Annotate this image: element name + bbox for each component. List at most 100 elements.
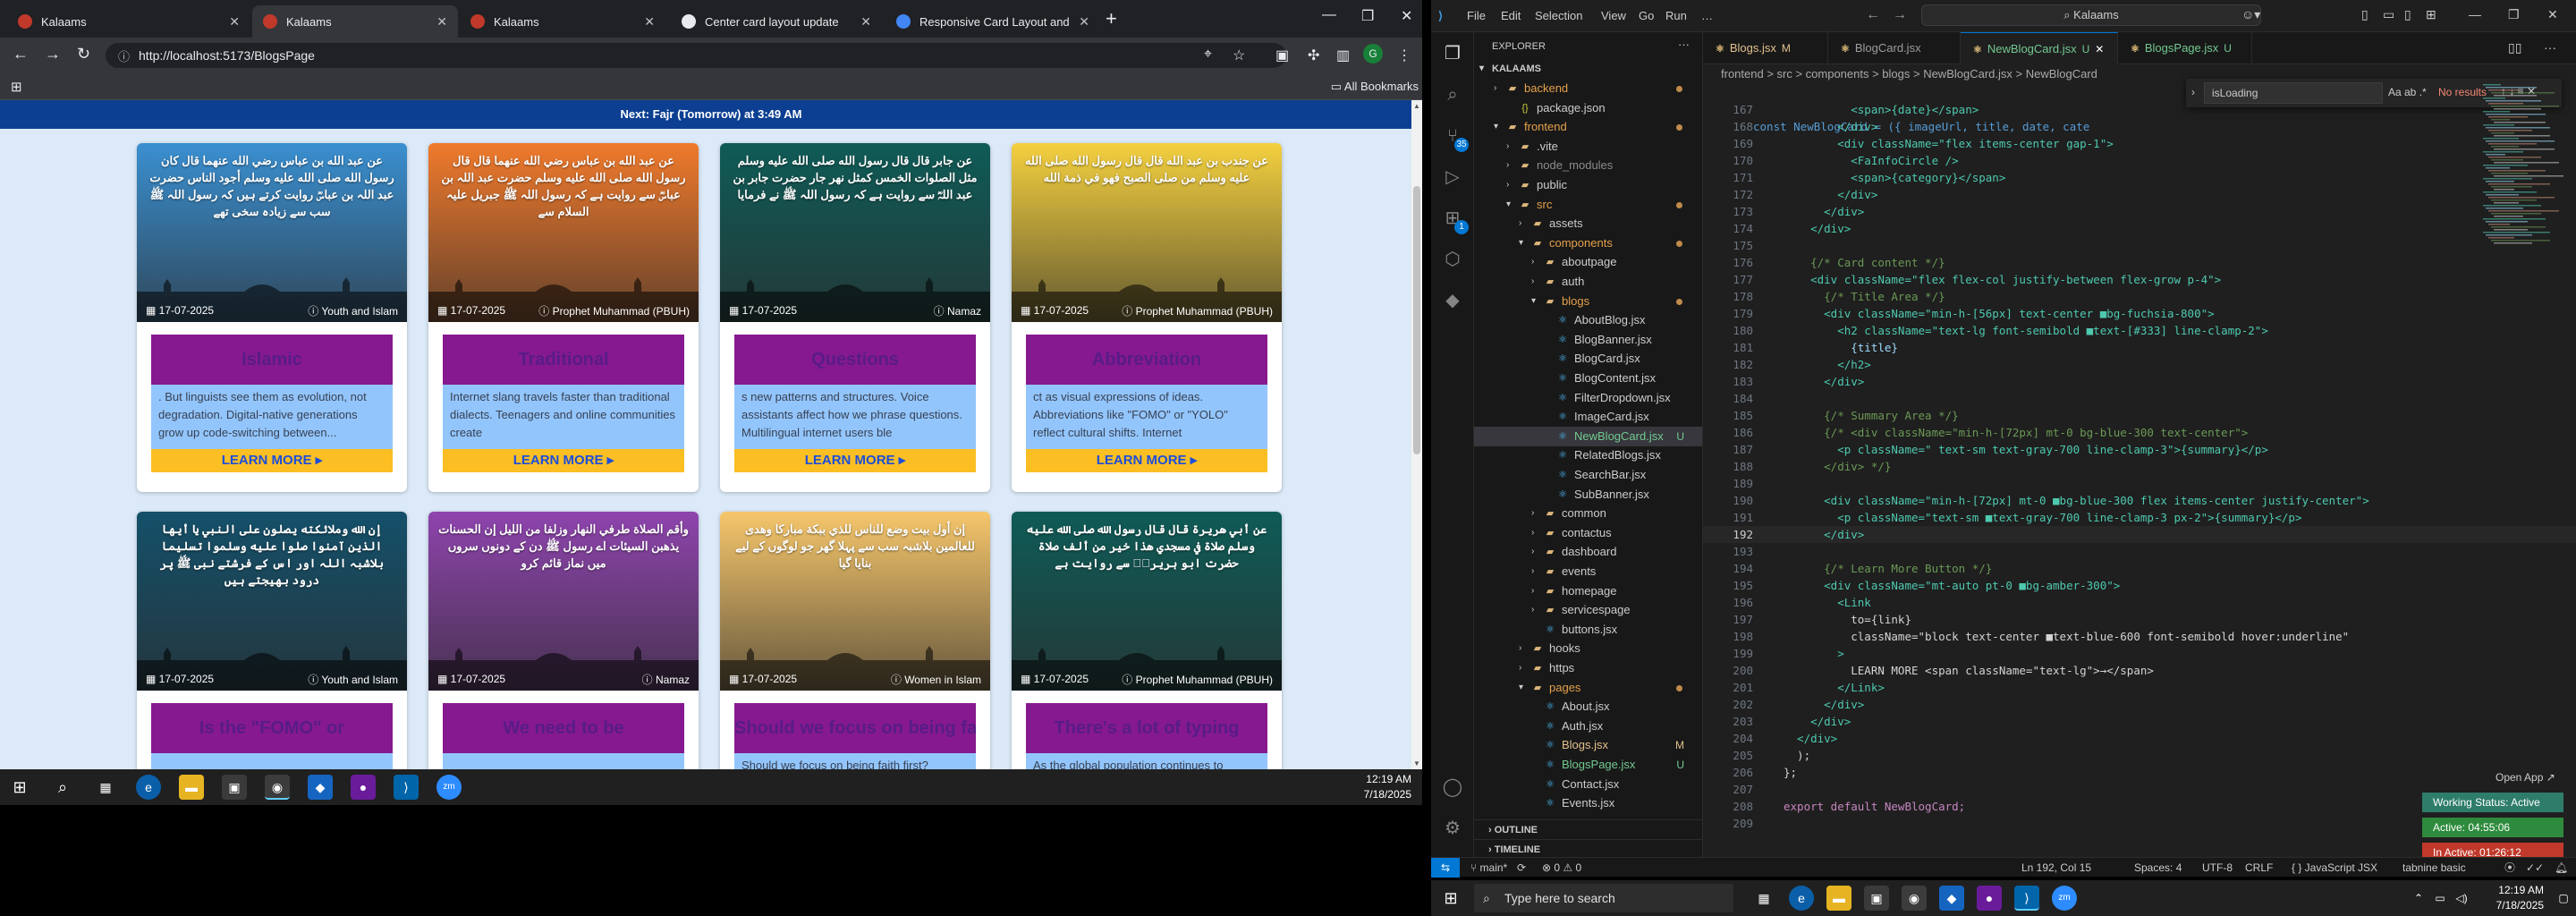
tree-folder[interactable]: › ▰ homepage [1474,581,1702,601]
editor-tab-blogs[interactable]: ⚛ Blogs.jsx M [1703,32,1828,64]
sidebar-icon[interactable]: ▥ [1336,47,1350,64]
left-clock[interactable]: 12:19 AM 7/18/2025 [1364,772,1411,802]
menu-edit[interactable]: Edit [1501,9,1521,22]
edge-icon[interactable]: e [136,775,161,800]
editor-more-icon[interactable]: ··· [2544,40,2556,55]
tree-file[interactable]: ⚛ ImageCard.jsx [1474,407,1702,427]
chrome-taskbar-icon[interactable]: ◉ [1902,886,1927,911]
find-options[interactable]: Aa ab .* [2388,86,2427,98]
close-tab-icon[interactable]: ✕ [860,14,871,30]
editor-tab-blogspage[interactable]: ⚛ BlogsPage.jsx U [2118,32,2252,64]
copilot-icon[interactable]: ☺▾ [2241,7,2260,22]
tree-file[interactable]: ⚛ buttons.jsx [1474,620,1702,640]
language-mode[interactable]: { } JavaScript JSX [2292,858,2377,878]
browser-tab-5[interactable]: Responsive Card Layout and Al ✕ [886,5,1100,38]
go-live-icon[interactable]: ⦿ [2504,858,2515,878]
scrollbar-thumb[interactable] [1413,186,1420,454]
close-tab-icon[interactable]: ✕ [1079,14,1089,30]
tree-folder[interactable]: ▾ ▰ pages [1474,678,1702,698]
menu-selection[interactable]: Selection [1535,9,1582,22]
tree-file[interactable]: ⚛ FilterDropdown.jsx [1474,388,1702,408]
tree-file[interactable]: ⚛ BlogsPage.jsx U [1474,755,1702,775]
tabnine-icon[interactable]: ◆ [1442,290,1463,311]
store-icon[interactable]: ▣ [222,775,247,800]
menu-dots-icon[interactable]: ⋮ [1397,47,1411,64]
menu-more[interactable]: … [1701,9,1713,22]
minimap[interactable] [2478,84,2576,263]
tree-folder[interactable]: › ▰ public [1474,175,1702,195]
tree-folder[interactable]: › ▰ servicespage [1474,600,1702,620]
tree-file[interactable]: ⚛ BlogBanner.jsx [1474,330,1702,350]
extensions-puzzle-icon[interactable]: ✣ [1308,47,1319,64]
menu-go[interactable]: Go [1639,9,1654,22]
learn-more-button[interactable]: LEARN MORE ▸ [1026,449,1267,472]
tree-file[interactable]: ⚛ SearchBar.jsx [1474,465,1702,485]
extension-icon[interactable]: ▣ [1275,47,1289,64]
tree-folder[interactable]: › ▰ contactus [1474,523,1702,543]
tree-file[interactable]: ⚛ NewBlogCard.jsx U [1474,426,1702,446]
github-desktop-icon[interactable]: ● [351,775,376,800]
remote-icon[interactable]: ⬡ [1442,249,1463,270]
explorer-icon[interactable]: ❐ [1442,43,1463,64]
tree-file[interactable]: ⚛ Events.jsx [1474,793,1702,813]
tree-file[interactable]: ⚛ RelatedBlogs.jsx [1474,445,1702,465]
windows-start-icon[interactable]: ⊞ [1438,886,1463,911]
back-icon[interactable]: ← [13,45,29,64]
account-icon[interactable]: ◯ [1442,776,1463,798]
close-tab-icon[interactable]: ✕ [229,14,240,30]
maximize-icon[interactable]: ❐ [1361,7,1374,25]
settings-gear-icon[interactable]: ⚙ [1442,818,1463,839]
tree-folder[interactable]: ▾ ▰ frontend [1474,117,1702,137]
tree-folder[interactable]: › ▰ common [1474,504,1702,523]
blog-card[interactable]: وأقم الصلاة طرفي النهار وزلفا من الليل إ… [428,512,699,769]
reload-icon[interactable]: ↻ [77,45,90,64]
nav-forward-icon[interactable]: → [1893,7,1907,23]
indentation[interactable]: Spaces: 4 [2134,858,2182,878]
find-input[interactable]: isLoading [2204,82,2383,104]
minimize-icon[interactable]: — [2469,7,2481,21]
tree-file[interactable]: {} package.json [1474,98,1702,118]
chevron-right-icon[interactable]: › [2191,86,2195,98]
tree-folder[interactable]: ▾ ▰ blogs [1474,292,1702,311]
site-info-icon[interactable]: ⓘ [118,47,130,64]
browser-tab-1[interactable]: Kalaams ✕ [7,5,250,38]
github-desktop-icon[interactable]: ● [1977,886,2002,911]
maximize-icon[interactable]: ❐ [2508,7,2520,22]
tree-file[interactable]: ⚛ About.jsx [1474,697,1702,717]
tree-folder[interactable]: › ▰ assets [1474,214,1702,233]
browser-tab-4[interactable]: Center card layout update ✕ [671,5,882,38]
open-app-link[interactable]: Open App ↗ [2496,771,2555,784]
run-debug-icon[interactable]: ▷ [1442,166,1463,188]
tree-folder[interactable]: › ▰ backend [1474,79,1702,98]
tree-file[interactable]: ⚛ Contact.jsx [1474,775,1702,794]
task-view-icon[interactable]: ▦ [1751,886,1776,911]
menu-run[interactable]: Run [1665,9,1687,22]
close-tab-icon[interactable]: ✕ [436,14,447,30]
volume-icon[interactable]: ◁) [2449,886,2474,911]
tree-folder[interactable]: › ▰ .vite [1474,137,1702,157]
windows-start-icon[interactable]: ⊞ [7,775,32,800]
sync-icon[interactable]: ⟳ [1517,858,1526,878]
layout-secondary-icon[interactable]: ▯ [2404,7,2411,22]
blog-card[interactable]: إن أول بيت وضع للناس للذي ببكة مباركا وه… [720,512,990,769]
notification-center-icon[interactable]: ▢ [2551,886,2576,911]
workspace-header[interactable]: ▾ KALAAMS [1474,59,1702,79]
more-actions-icon[interactable]: ··· [1678,38,1690,51]
forward-icon[interactable]: → [45,45,61,64]
edge-icon[interactable]: e [1789,886,1814,911]
tree-folder[interactable]: › ▰ aboutpage [1474,252,1702,272]
learn-more-button[interactable]: LEARN MORE ▸ [734,449,976,472]
minimize-icon[interactable]: — [1322,7,1336,23]
notifications-bell-icon[interactable]: 🔔︎ [2555,858,2568,878]
blog-card[interactable]: عن عبد الله بن عباس رضي الله عنهما قال ق… [428,143,699,492]
branch-indicator[interactable]: ⑂ main* [1470,858,1507,878]
blog-card[interactable]: عن أبي هريرة قال قال رسول الله صلى الله … [1012,512,1282,769]
browser-tab-2[interactable]: Kalaams ✕ [252,5,458,38]
blog-card[interactable]: عن عبد الله بن عباس رضي الله عنهما قال ك… [137,143,407,492]
tree-file[interactable]: ⚛ Auth.jsx [1474,717,1702,736]
tree-folder[interactable]: › ▰ dashboard [1474,542,1702,562]
outline-section[interactable]: › OUTLINE [1474,819,1703,839]
file-explorer-icon[interactable]: ▬ [1826,886,1852,911]
scroll-down-icon[interactable]: ▼ [1413,759,1420,768]
remote-indicator-icon[interactable]: ⇆ [1431,858,1460,878]
